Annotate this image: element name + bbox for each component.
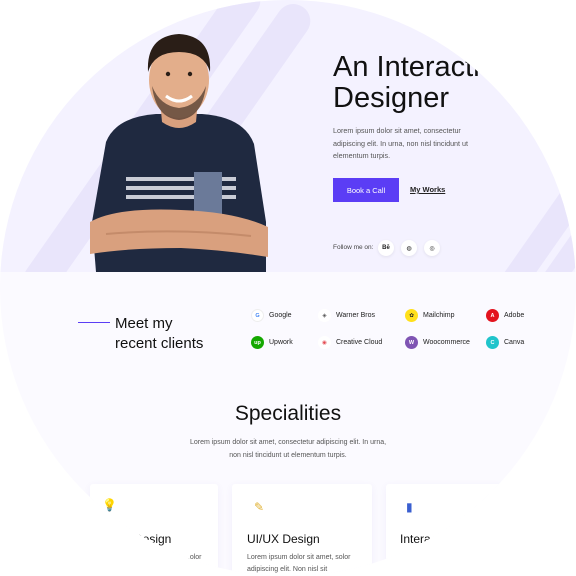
client-canva: C Canva xyxy=(486,336,524,349)
warner-bros-icon: ◈ xyxy=(318,309,331,322)
clients-title: Meet my recent clients xyxy=(115,315,204,352)
behance-icon[interactable]: Bē xyxy=(378,240,394,256)
client-warner-bros: ◈ Warner Bros xyxy=(318,309,375,322)
lightbulb-icon: 💡 xyxy=(102,498,117,512)
client-upwork: up Upwork xyxy=(251,336,293,349)
client-google: G Google xyxy=(251,309,292,322)
google-icon: G xyxy=(251,309,264,322)
hero-section: An Interactiv Designer Lorem ipsum dolor… xyxy=(0,0,576,272)
canva-icon: C xyxy=(486,336,499,349)
my-works-link[interactable]: My Works xyxy=(410,185,445,194)
follow-label: Follow me on: xyxy=(333,244,374,251)
client-creative-cloud: ◉ Creative Cloud xyxy=(318,336,382,349)
designer-portrait xyxy=(90,34,268,272)
clients-accent-line xyxy=(78,322,110,323)
woocommerce-icon: W xyxy=(405,336,418,349)
dribbble-icon[interactable]: ◍ xyxy=(401,240,417,256)
upwork-icon: up xyxy=(251,336,264,349)
design-tools-icon: ✎ xyxy=(254,500,265,514)
client-adobe: A Adobe xyxy=(486,309,524,322)
specialities-title: Specialities xyxy=(234,402,342,425)
speciality-card-design[interactable]: 💡 Design ...olor xyxy=(90,484,218,576)
interaction-icon: ▮ xyxy=(406,500,413,514)
creative-cloud-icon: ◉ xyxy=(318,336,331,349)
book-a-call-button[interactable]: Book a Call xyxy=(333,178,399,202)
client-woocommerce: W Woocommerce xyxy=(405,336,470,349)
client-mailchimp: ✿ Mailchimp xyxy=(405,309,455,322)
adobe-icon: A xyxy=(486,309,499,322)
instagram-icon[interactable]: ◎ xyxy=(424,240,440,256)
hero-headline: An Interactiv Designer xyxy=(333,52,493,114)
hero-description: Lorem ipsum dolor sit amet, consectetur … xyxy=(333,126,469,160)
mailchimp-icon: ✿ xyxy=(405,309,418,322)
speciality-card-uiux[interactable]: ✎ UI/UX Design Lorem ipsum dolor sit ame… xyxy=(232,484,372,576)
speciality-card-interaction[interactable]: ▮ Intera xyxy=(386,484,506,576)
specialities-description: Lorem ipsum dolor sit amet, consectetur … xyxy=(189,439,387,459)
page-frame: An Interactiv Designer Lorem ipsum dolor… xyxy=(0,0,576,576)
